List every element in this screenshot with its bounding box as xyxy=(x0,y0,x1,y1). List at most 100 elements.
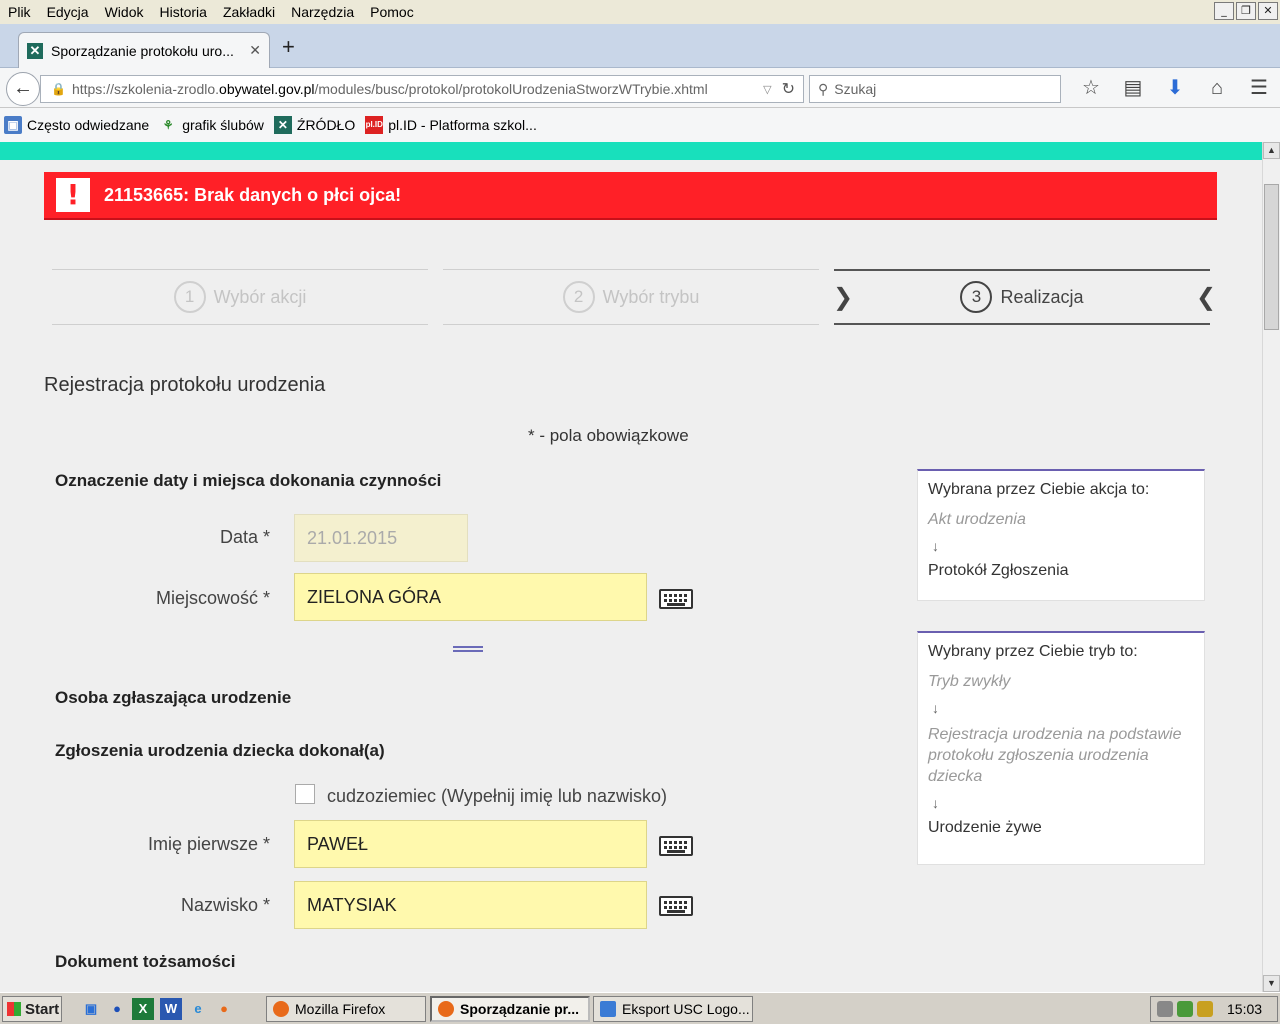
date-field: 21.01.2015 xyxy=(294,514,468,562)
tray-battery-icon[interactable] xyxy=(1197,1001,1213,1017)
panel-result: Protokół Zgłoszenia xyxy=(928,562,1069,579)
plid-icon: pl.ID xyxy=(365,116,384,134)
zrodlo-favicon-icon: ✕ xyxy=(27,42,43,59)
step-realizacja[interactable]: 3 Realizacja xyxy=(834,269,1210,325)
place-label: Miejscowość * xyxy=(155,588,270,608)
place-field[interactable]: ZIELONA GÓRA xyxy=(294,573,647,621)
tray-network-icon[interactable] xyxy=(1177,1001,1193,1017)
chevron-left-icon: ❮ xyxy=(1196,283,1217,311)
lock-icon: 🔒 xyxy=(51,82,66,96)
tray-volume-icon[interactable] xyxy=(1157,1001,1173,1017)
first-name-field[interactable]: PAWEŁ xyxy=(294,820,647,868)
app-icon xyxy=(600,1001,616,1017)
arrow-down-icon: ↓ xyxy=(932,795,939,811)
back-button[interactable]: ← xyxy=(6,72,40,106)
menu-edycja[interactable]: Edycja xyxy=(39,4,97,20)
selected-mode-panel: Wybrany przez Ciebie tryb to: Tryb zwykł… xyxy=(917,631,1205,865)
bookmark-plid[interactable]: pl.ID pl.ID - Platforma szkol... xyxy=(365,116,537,134)
arrow-down-icon: ↓ xyxy=(932,700,939,716)
reload-icon[interactable]: ↻ xyxy=(782,79,795,99)
page-viewport: ! 21153665: Brak danych o płci ojca! 1 W… xyxy=(0,142,1262,992)
quicklaunch-usc-icon[interactable]: ● xyxy=(106,998,128,1020)
bookmark-grafik-slubow[interactable]: ⚘ grafik ślubów xyxy=(159,116,264,134)
section-heading-date-place: Oznaczenie daty i miejsca dokonania czyn… xyxy=(55,471,442,490)
section-divider xyxy=(453,646,483,652)
navigation-bar: ← 🔒 https://szkolenia-zrodlo.obywatel.go… xyxy=(0,68,1280,108)
panel-item: Akt urodzenia xyxy=(928,511,1026,528)
scroll-up-icon[interactable]: ▲ xyxy=(1263,142,1280,159)
bookmark-czesto-odwiedzane[interactable]: ▣ Często odwiedzane xyxy=(4,116,149,134)
header-strip xyxy=(0,142,1262,160)
firefox-icon xyxy=(438,1001,454,1017)
wizard-steps: 1 Wybór akcji 2 Wybór trybu 3 Realizacja… xyxy=(0,269,1262,325)
error-banner: ! 21153665: Brak danych o płci ojca! xyxy=(44,172,1217,220)
quicklaunch-firefox-icon[interactable]: ● xyxy=(213,998,235,1020)
hamburger-menu-icon[interactable]: ☰ xyxy=(1238,76,1280,100)
taskbar-window-firefox[interactable]: Mozilla Firefox xyxy=(266,996,426,1022)
start-button[interactable]: Start xyxy=(2,996,62,1022)
bookmark-zrodlo[interactable]: ✕ ŹRÓDŁO xyxy=(273,116,355,134)
selected-action-panel: Wybrana przez Ciebie akcja to: Akt urodz… xyxy=(917,469,1205,601)
folder-icon: ▣ xyxy=(4,116,22,134)
keyboard-icon[interactable] xyxy=(659,589,693,609)
browser-tab[interactable]: ✕ Sporządzanie protokołu uro... ✕ xyxy=(18,32,270,68)
scrollbar-thumb[interactable] xyxy=(1264,184,1279,330)
close-window-button[interactable]: ✕ xyxy=(1258,2,1278,20)
first-name-label: Imię pierwsze * xyxy=(147,834,270,854)
menu-widok[interactable]: Widok xyxy=(97,4,152,20)
section-heading-reported-by: Zgłoszenia urodzenia dziecka dokonał(a) xyxy=(55,741,385,760)
search-icon: ⚲ xyxy=(818,80,829,97)
menu-historia[interactable]: Historia xyxy=(152,4,215,20)
taskbar-window-sporzadzanie[interactable]: Sporządzanie pr... xyxy=(430,996,590,1022)
url-dropdown-icon[interactable]: ▽ xyxy=(763,83,771,96)
firefox-icon xyxy=(273,1001,289,1017)
step-wybor-trybu[interactable]: 2 Wybór trybu xyxy=(443,269,819,325)
menu-zakladki[interactable]: Zakładki xyxy=(215,4,283,20)
taskbar-window-eksport[interactable]: Eksport USC Logo... xyxy=(593,996,753,1022)
foreigner-checkbox-label[interactable]: cudzoziemiec (Wypełnij imię lub nazwisko… xyxy=(327,786,667,807)
tree-icon: ⚘ xyxy=(162,118,174,132)
quicklaunch-word-icon[interactable]: W xyxy=(160,998,182,1020)
tab-title: Sporządzanie protokołu uro... xyxy=(51,42,234,59)
bookmark-star-icon[interactable]: ☆ xyxy=(1070,76,1112,100)
keyboard-icon[interactable] xyxy=(659,836,693,856)
step-number: 1 xyxy=(173,281,206,313)
panel-heading: Wybrana przez Ciebie akcja to: xyxy=(928,481,1150,498)
error-message: 21153665: Brak danych o płci ojca! xyxy=(104,184,402,205)
minimize-button[interactable]: _ xyxy=(1214,2,1234,20)
scroll-down-icon[interactable]: ▼ xyxy=(1263,975,1280,992)
menu-pomoc[interactable]: Pomoc xyxy=(362,4,422,20)
chevron-right-icon: ❯ xyxy=(833,283,854,311)
required-fields-note: * - pola obowiązkowe xyxy=(528,426,689,445)
arrow-down-icon: ↓ xyxy=(932,538,939,554)
menu-plik[interactable]: Plik xyxy=(0,4,39,20)
step-number: 2 xyxy=(562,281,595,313)
surname-label: Nazwisko * xyxy=(180,895,270,915)
clock: 15:03 xyxy=(1227,1001,1263,1017)
surname-field[interactable]: MATYSIAK xyxy=(294,881,647,929)
new-tab-button[interactable]: + xyxy=(282,34,295,60)
reading-list-icon[interactable]: ▤ xyxy=(1112,76,1154,100)
panel-item: Rejestracja urodzenia na podstawie proto… xyxy=(928,726,1182,785)
panel-result: Urodzenie żywe xyxy=(928,819,1042,836)
tab-close-icon[interactable]: ✕ xyxy=(249,42,261,59)
vertical-scrollbar[interactable]: ▲ ▼ xyxy=(1262,142,1280,992)
quicklaunch-excel-icon[interactable]: X xyxy=(132,998,154,1020)
step-label: Realizacja xyxy=(1000,286,1084,307)
menu-narzedzia[interactable]: Narzędzia xyxy=(283,4,362,20)
restore-button[interactable]: ❐ xyxy=(1236,2,1256,20)
search-input[interactable]: ⚲ Szukaj xyxy=(809,75,1061,103)
step-label: Wybór akcji xyxy=(213,286,307,307)
downloads-icon[interactable]: ⬇ xyxy=(1154,76,1196,100)
page-title: Rejestracja protokołu urodzenia xyxy=(44,374,326,396)
panel-item: Tryb zwykły xyxy=(928,673,1011,690)
quicklaunch-ie-icon[interactable]: e xyxy=(187,998,209,1020)
foreigner-checkbox[interactable] xyxy=(295,784,315,804)
url-bar[interactable]: 🔒 https://szkolenia-zrodlo.obywatel.gov.… xyxy=(40,75,804,103)
quicklaunch-desktop-icon[interactable]: ▣ xyxy=(80,998,102,1020)
step-wybor-akcji[interactable]: 1 Wybór akcji xyxy=(52,269,428,325)
section-heading-reporting-person: Osoba zgłaszająca urodzenie xyxy=(55,688,292,707)
home-icon[interactable]: ⌂ xyxy=(1196,76,1238,100)
keyboard-icon[interactable] xyxy=(659,896,693,916)
menu-bar: Plik Edycja Widok Historia Zakładki Narz… xyxy=(0,0,1280,24)
